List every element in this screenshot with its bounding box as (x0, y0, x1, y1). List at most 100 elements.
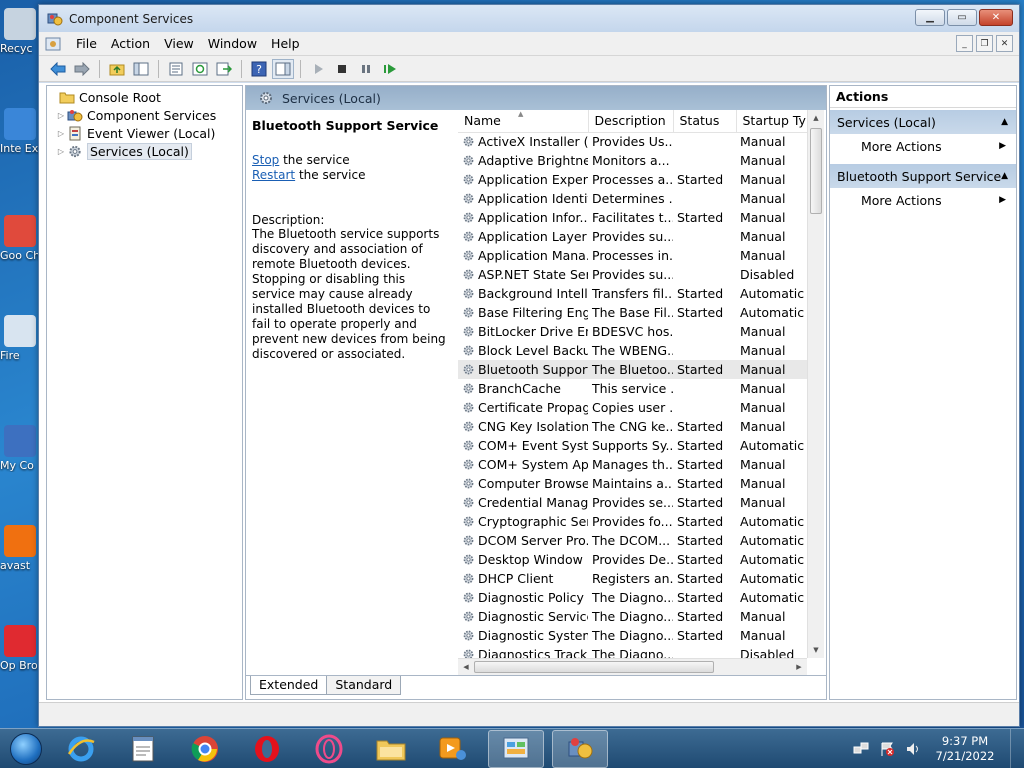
horizontal-scroll-thumb[interactable] (474, 661, 714, 673)
menu-help[interactable]: Help (264, 36, 307, 51)
menu-file[interactable]: File (69, 36, 104, 51)
back-button[interactable] (47, 59, 69, 79)
vertical-scrollbar[interactable]: ▲ ▼ (807, 110, 824, 658)
column-header-startup-type[interactable]: Startup Type (736, 110, 809, 133)
desktop-shortcut[interactable]: Goo Chr (0, 215, 40, 262)
tree-item-services-local[interactable]: ▷ Services (Local) (47, 142, 242, 160)
actions-section-services-local[interactable]: Services (Local) ▲ (830, 110, 1016, 134)
table-row[interactable]: ASP.NET State Ser... Provides su... Disabl… (458, 265, 808, 284)
table-row[interactable]: BranchCache This service ... Manual (458, 379, 808, 398)
refresh-button[interactable] (189, 59, 211, 79)
table-row[interactable]: CNG Key Isolation The CNG ke... Started Man… (458, 417, 808, 436)
table-row[interactable]: DHCP Client Registers an... Started Automat… (458, 569, 808, 588)
desktop-shortcut[interactable]: Recyc (0, 8, 40, 55)
taskbar-component-services[interactable] (552, 729, 608, 768)
show-hide-action-pane-button[interactable] (272, 58, 294, 79)
taskbar-opera[interactable] (240, 730, 294, 768)
actions-section-bluetooth[interactable]: Bluetooth Support Service ▲ (830, 164, 1016, 188)
table-row[interactable]: Application Infor... Facilitates t... Star… (458, 208, 808, 227)
maximize-button[interactable]: ▭ (947, 9, 977, 26)
start-button[interactable] (6, 729, 46, 768)
tab-extended[interactable]: Extended (250, 676, 328, 695)
table-row[interactable]: Certificate Propag... Copies user ... Manu… (458, 398, 808, 417)
minimize-button[interactable]: ▁ (915, 9, 945, 26)
table-row[interactable]: COM+ System Ap... Manages th... Started Man… (458, 455, 808, 474)
menu-window[interactable]: Window (201, 36, 264, 51)
pause-service-button[interactable] (355, 59, 377, 79)
table-row[interactable]: Background Intelli... Transfers fil... Sta… (458, 284, 808, 303)
child-close-button[interactable]: ✕ (996, 35, 1013, 52)
desktop-shortcut[interactable]: My Co (0, 425, 40, 472)
expand-arrow-icon[interactable]: ▷ (55, 111, 67, 120)
tree-item-event-viewer[interactable]: ▷ Event Viewer (Local) (47, 124, 242, 142)
column-header-description[interactable]: Description (588, 110, 674, 133)
tree-item-console-root[interactable]: Console Root (47, 88, 242, 106)
show-hide-console-tree-button[interactable] (130, 59, 152, 79)
desktop-shortcut[interactable]: Inte Exp (0, 108, 40, 155)
table-row[interactable]: Diagnostic Policy ... The Diagno... Starte… (458, 588, 808, 607)
collapse-up-icon[interactable]: ▲ (1001, 171, 1008, 181)
restart-service-link[interactable]: Restart (252, 168, 295, 182)
stop-service-link[interactable]: Stop (252, 153, 279, 167)
expand-arrow-icon[interactable]: ▷ (55, 147, 67, 156)
menu-view[interactable]: View (157, 36, 201, 51)
table-row[interactable]: Application Layer ... Provides su... Manua… (458, 227, 808, 246)
horizontal-scrollbar[interactable]: ◀ ▶ (458, 658, 807, 675)
up-one-level-button[interactable] (106, 59, 128, 79)
start-service-button[interactable] (307, 59, 329, 79)
more-actions-services-local[interactable]: More Actions ▶ (830, 134, 1016, 158)
title-bar[interactable]: Component Services ▁ ▭ ✕ (39, 5, 1019, 32)
table-row[interactable]: Adaptive Brightness Monitors a... Manual (458, 151, 808, 170)
column-header-status[interactable]: Status (673, 110, 737, 133)
table-row[interactable]: Application Experi... Processes a... Start… (458, 170, 808, 189)
table-row[interactable]: ActiveX Installer (...Provides Us... Manu… (458, 132, 808, 151)
taskbar-control-panel[interactable] (488, 729, 544, 768)
table-row[interactable]: Block Level Backu... The WBENG... Manual (458, 341, 808, 360)
show-desktop-button[interactable] (1010, 728, 1024, 768)
table-row[interactable]: Application Mana... Processes in... Manual (458, 246, 808, 265)
taskbar-chrome[interactable] (178, 730, 232, 768)
table-row[interactable]: Computer Browser Maintains a... Started Man… (458, 474, 808, 493)
table-row[interactable]: BitLocker Drive En... BDESVC hos... Manual (458, 322, 808, 341)
network-icon[interactable] (852, 741, 870, 757)
vertical-scroll-thumb[interactable] (810, 128, 822, 214)
table-row[interactable]: Desktop Window ... Provides De... Started A… (458, 550, 808, 569)
column-header-name[interactable]: ▲ Name (458, 110, 589, 133)
scroll-left-icon[interactable]: ◀ (458, 659, 474, 675)
tree-item-component-services[interactable]: ▷ Component Services (47, 106, 242, 124)
more-actions-bluetooth[interactable]: More Actions ▶ (830, 188, 1016, 212)
table-row[interactable]: Cryptographic Ser... Provides fo... Starte… (458, 512, 808, 531)
scroll-up-icon[interactable]: ▲ (808, 110, 824, 126)
collapse-up-icon[interactable]: ▲ (1001, 117, 1008, 127)
table-row[interactable]: Application Identity Determines ... Manual (458, 189, 808, 208)
desktop-shortcut[interactable]: Fire (0, 315, 40, 362)
table-row[interactable]: Diagnostic System... The Diagno... Started… (458, 626, 808, 645)
table-row[interactable]: Bluetooth Support... The Bluetoo... Starte… (458, 360, 808, 379)
export-list-button[interactable] (213, 59, 235, 79)
table-row[interactable]: Diagnostic Service... The Diagno... Starte… (458, 607, 808, 626)
taskbar-explorer[interactable] (364, 730, 418, 768)
mmc-console-icon[interactable] (45, 37, 61, 51)
help-button[interactable]: ? (248, 59, 270, 79)
menu-action[interactable]: Action (104, 36, 157, 51)
volume-icon[interactable] (904, 741, 922, 757)
child-restore-button[interactable]: ❐ (976, 35, 993, 52)
stop-service-button[interactable] (331, 59, 353, 79)
restart-service-button[interactable] (379, 59, 401, 79)
table-row[interactable]: COM+ Event Syst... Supports Sy... Started A… (458, 436, 808, 455)
table-row[interactable]: DCOM Server Pro... The DCOM... Started Auto… (458, 531, 808, 550)
table-row[interactable]: Credential Manager Provides se... Started M… (458, 493, 808, 512)
taskbar-opera-gx[interactable] (302, 730, 356, 768)
taskbar-media-player[interactable] (426, 730, 480, 768)
forward-button[interactable] (71, 59, 93, 79)
scroll-down-icon[interactable]: ▼ (808, 642, 824, 658)
close-button[interactable]: ✕ (979, 9, 1013, 26)
scroll-right-icon[interactable]: ▶ (791, 659, 807, 675)
taskbar-clock[interactable]: 9:37 PM 7/21/2022 (930, 734, 1000, 764)
desktop-shortcut[interactable]: Op Bro (0, 625, 40, 672)
expand-arrow-icon[interactable]: ▷ (55, 129, 67, 138)
desktop-shortcut[interactable]: avast (0, 525, 40, 572)
child-minimize-button[interactable]: _ (956, 35, 973, 52)
action-center-flag-icon[interactable] (878, 741, 896, 757)
taskbar-internet-explorer[interactable] (54, 730, 108, 768)
